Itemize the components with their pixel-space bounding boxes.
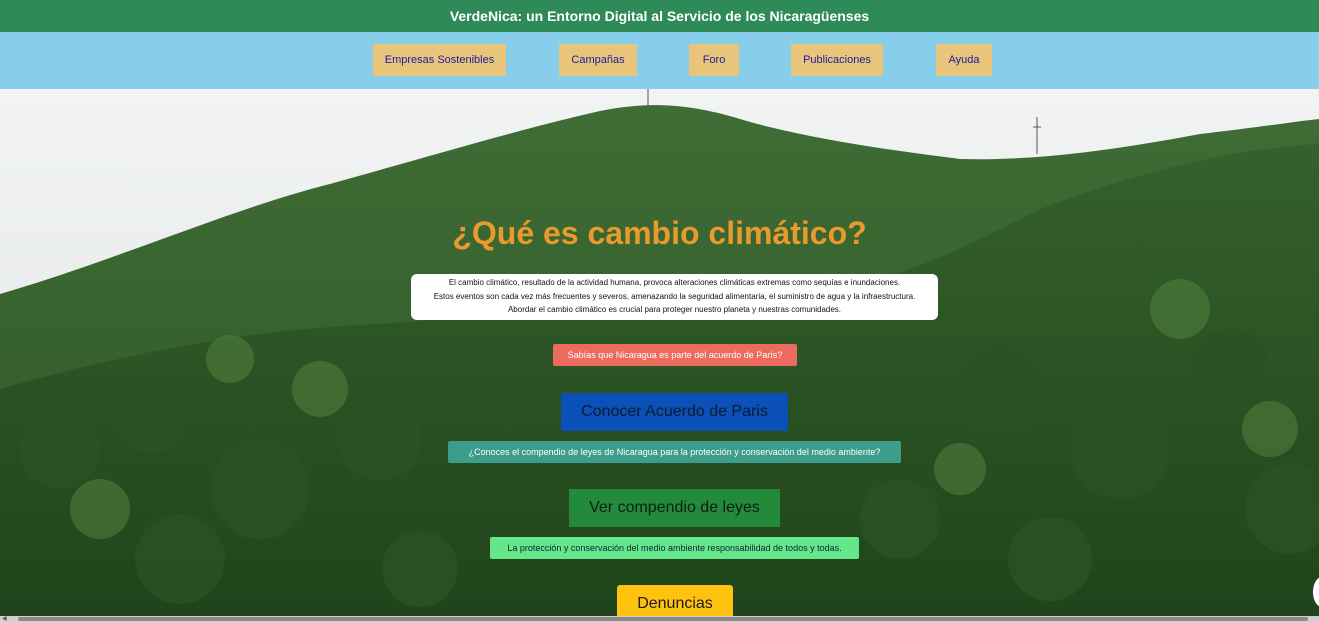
- nav-foro[interactable]: Foro: [689, 44, 739, 76]
- main-nav: Empresas Sostenibles Campañas Foro Publi…: [0, 32, 1319, 89]
- site-header: VerdeNica: un Entorno Digital al Servici…: [0, 0, 1319, 32]
- scrollbar-thumb[interactable]: [18, 617, 1308, 621]
- nav-publicaciones[interactable]: Publicaciones: [791, 44, 883, 76]
- page-heading: ¿Qué es cambio climático?: [452, 215, 867, 251]
- laws-compendium-button[interactable]: Ver compendio de leyes: [569, 489, 780, 527]
- site-title: VerdeNica: un Entorno Digital al Servici…: [449, 8, 870, 24]
- intro-line: Abordar el cambio climático es crucial p…: [507, 305, 842, 314]
- nav-empresas-sostenibles[interactable]: Empresas Sostenibles: [373, 44, 506, 76]
- paris-agreement-button[interactable]: Conocer Acuerdo de Paris: [561, 393, 788, 431]
- nav-ayuda[interactable]: Ayuda: [936, 44, 992, 76]
- horizontal-scrollbar[interactable]: ◀: [0, 616, 1319, 622]
- intro-line: El cambio climático, resultado de la act…: [448, 278, 901, 287]
- hero-section: ¿Qué es cambio climático? El cambio clim…: [0, 89, 1319, 616]
- report-button[interactable]: Denuncias: [617, 585, 733, 616]
- paris-question-label: Sabías que Nicaragua es parte del acuerd…: [553, 344, 797, 366]
- climate-intro-card: El cambio climático, resultado de la act…: [411, 274, 938, 320]
- nav-campanas[interactable]: Campañas: [559, 44, 637, 76]
- scroll-left-icon[interactable]: ◀: [2, 616, 7, 622]
- laws-question-label: ¿Conoces el compendio de leyes de Nicara…: [448, 441, 901, 463]
- responsibility-note: La protección y conservación del medio a…: [490, 537, 859, 559]
- intro-line: Estos eventos son cada vez más frecuente…: [433, 291, 916, 301]
